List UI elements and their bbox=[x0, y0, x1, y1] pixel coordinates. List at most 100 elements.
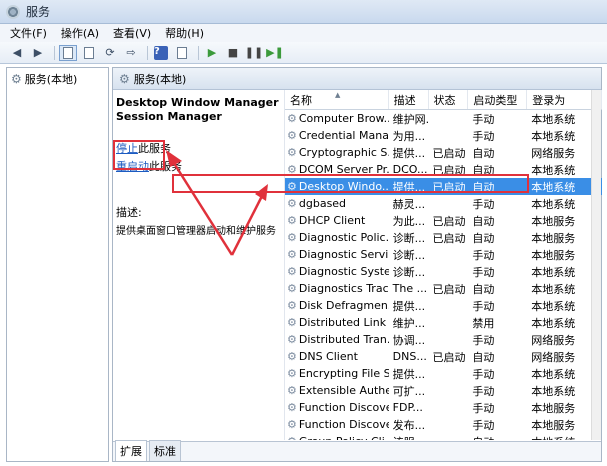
vertical-scrollbar[interactable] bbox=[591, 90, 601, 440]
column-header-description[interactable]: 描述 bbox=[389, 90, 429, 109]
toolbar-separator bbox=[198, 45, 199, 60]
services-pane: ⚙ 服务(本地) Desktop Window Manager Session … bbox=[112, 67, 602, 462]
tab-extended[interactable]: 扩展 bbox=[115, 440, 147, 461]
pause-icon[interactable]: ❚❚ bbox=[245, 45, 263, 61]
menu-file[interactable]: 文件(F) bbox=[10, 25, 47, 41]
gear-icon: ⚙ bbox=[287, 282, 297, 295]
gear-icon: ⚙ bbox=[287, 418, 297, 431]
gear-icon: ⚙ bbox=[287, 231, 297, 244]
back-icon[interactable]: ◀ bbox=[8, 45, 26, 61]
gear-icon: ⚙ bbox=[287, 112, 297, 125]
service-name: Computer Brow... bbox=[298, 112, 389, 125]
start-icon[interactable]: ▶ bbox=[203, 45, 221, 61]
restart-icon[interactable]: ▶❚ bbox=[266, 45, 284, 61]
table-row[interactable]: ⚙Diagnostic Syste...诊断...手动本地系统 bbox=[285, 263, 602, 280]
tree-item-label: 服务(本地) bbox=[24, 73, 78, 86]
properties-2-icon[interactable] bbox=[173, 45, 191, 61]
tree-item-services-local[interactable]: ⚙ 服务(本地) bbox=[7, 68, 108, 90]
service-description: 为此... bbox=[392, 214, 426, 228]
forward-icon[interactable]: ▶ bbox=[29, 45, 47, 61]
table-row[interactable]: ⚙Encrypting File S...提供...手动本地系统 bbox=[285, 365, 602, 382]
gear-icon: ⚙ bbox=[287, 146, 297, 159]
service-description: 提供... bbox=[392, 299, 426, 313]
service-startup-type: 自动 bbox=[472, 231, 495, 245]
table-row[interactable]: ⚙Diagnostics Trac...The ...已启动自动本地系统 bbox=[285, 280, 602, 297]
table-row[interactable]: ⚙ Cryptographic S... 提供... 已启动 自动 网络服务 bbox=[285, 144, 602, 161]
gear-icon: ⚙ bbox=[287, 333, 297, 346]
table-row[interactable]: ⚙ DHCP Client 为此... 已启动 自动 本地服务 bbox=[285, 212, 602, 229]
gear-icon: ⚙ bbox=[287, 316, 297, 329]
menu-view[interactable]: 查看(V) bbox=[113, 25, 151, 41]
console-tree: ⚙ 服务(本地) bbox=[6, 67, 109, 462]
service-name: Diagnostic Servi... bbox=[298, 248, 389, 261]
service-name-cell: ⚙ DHCP Client bbox=[285, 214, 389, 227]
column-header-status[interactable]: 状态 bbox=[429, 90, 469, 109]
table-row[interactable]: ⚙Function Discove...FDP...手动本地服务 bbox=[285, 399, 602, 416]
table-row[interactable]: ⚙ DNS Client DNS... 已启动 自动 网络服务 bbox=[285, 348, 602, 365]
service-name-cell: ⚙Function Discove... bbox=[285, 401, 389, 414]
gear-icon: ⚙ bbox=[11, 72, 22, 86]
table-row[interactable]: ⚙Credential Mana...为用...手动本地系统 bbox=[285, 127, 602, 144]
gear-icon: ⚙ bbox=[119, 71, 130, 86]
service-description: 发布... bbox=[392, 418, 426, 432]
console-tree-icon[interactable] bbox=[59, 44, 77, 61]
stop-icon[interactable]: ■ bbox=[224, 45, 242, 61]
gear-icon: ⚙ bbox=[287, 299, 297, 312]
service-name-cell: ⚙Function Discove... bbox=[285, 418, 389, 431]
service-startup-type: 手动 bbox=[472, 401, 495, 415]
service-name: Diagnostic Polic... bbox=[298, 231, 389, 244]
service-startup-type: 自动 bbox=[472, 350, 495, 364]
service-name: Credential Mana... bbox=[298, 129, 389, 142]
table-row[interactable]: ⚙ Diagnostic Polic... 诊断... 已启动 自动 本地服务 bbox=[285, 229, 602, 246]
table-row[interactable]: ⚙Diagnostic Servi...诊断...手动本地服务 bbox=[285, 246, 602, 263]
toolbar-separator bbox=[147, 45, 148, 60]
toolbar: ◀ ▶ ⟳ ⇨ ? ▶ ■ ❚❚ ▶❚ bbox=[0, 42, 607, 64]
table-row[interactable]: ⚙Extensible Authe...可扩...手动本地系统 bbox=[285, 382, 602, 399]
selected-service-name: Desktop Window Manager Session Manager bbox=[116, 96, 279, 123]
service-name: Encrypting File S... bbox=[298, 367, 389, 380]
table-row[interactable]: ⚙Computer Brow...维护网...手动本地系统 bbox=[285, 110, 602, 127]
service-description: 诊断... bbox=[392, 265, 426, 279]
service-startup-type: 手动 bbox=[472, 265, 495, 279]
service-status: 已启动 bbox=[432, 282, 466, 296]
service-name: DNS Client bbox=[298, 350, 358, 363]
annotation-box-selected-row bbox=[172, 174, 529, 193]
table-row[interactable]: ⚙ dgbased 赫灵... 手动 本地系统 bbox=[285, 195, 602, 212]
service-description: The ... bbox=[392, 282, 428, 295]
service-name-cell: ⚙Group Policy Cli... bbox=[285, 435, 389, 440]
export-icon[interactable]: ⇨ bbox=[122, 45, 140, 61]
service-name: Extensible Authe... bbox=[298, 384, 389, 397]
service-description: DNS... bbox=[392, 350, 427, 363]
service-description: 诊断... bbox=[392, 248, 426, 262]
table-row[interactable]: ⚙Function Discove...发布...手动本地服务 bbox=[285, 416, 602, 433]
service-description: 协调... bbox=[392, 333, 426, 347]
service-description: 提供... bbox=[392, 367, 426, 381]
service-description: 可扩... bbox=[392, 384, 426, 398]
service-description: FDP... bbox=[392, 401, 423, 414]
refresh-icon[interactable]: ⟳ bbox=[101, 45, 119, 61]
menu-bar: 文件(F) 操作(A) 查看(V) 帮助(H) bbox=[0, 24, 607, 42]
table-body: ⚙Computer Brow...维护网...手动本地系统⚙Credential… bbox=[285, 110, 602, 440]
service-description: 维护网... bbox=[392, 112, 429, 126]
view-tabs: 扩展 标准 bbox=[113, 440, 601, 461]
table-row[interactable]: ⚙ Disk Defragmen... 提供... 手动 本地系统 bbox=[285, 297, 602, 314]
help-icon[interactable]: ? bbox=[152, 45, 170, 61]
properties-icon[interactable] bbox=[80, 45, 98, 61]
tab-standard[interactable]: 标准 bbox=[149, 440, 181, 461]
service-description: 维护... bbox=[392, 316, 426, 330]
gear-icon: ⚙ bbox=[287, 435, 297, 440]
gear-icon: ⚙ bbox=[287, 197, 297, 210]
service-name-cell: ⚙ dgbased bbox=[285, 197, 389, 210]
service-name-cell: ⚙Extensible Authe... bbox=[285, 384, 389, 397]
gear-icon: ⚙ bbox=[287, 367, 297, 380]
table-row[interactable]: ⚙Group Policy Cli...该服...自动本地系统 bbox=[285, 433, 602, 440]
table-row[interactable]: ⚙ Distributed Tran... 协调... 手动 网络服务 bbox=[285, 331, 602, 348]
window-title: 服务 bbox=[26, 5, 51, 19]
menu-help[interactable]: 帮助(H) bbox=[165, 25, 204, 41]
service-name: Distributed Link ... bbox=[298, 316, 389, 329]
service-name-cell: ⚙Distributed Link ... bbox=[285, 316, 389, 329]
menu-action[interactable]: 操作(A) bbox=[61, 25, 99, 41]
gear-icon: ⚙ bbox=[287, 129, 297, 142]
table-row[interactable]: ⚙Distributed Link ...维护...禁用本地系统 bbox=[285, 314, 602, 331]
column-header-startup-type[interactable]: 启动类型 bbox=[468, 90, 528, 109]
